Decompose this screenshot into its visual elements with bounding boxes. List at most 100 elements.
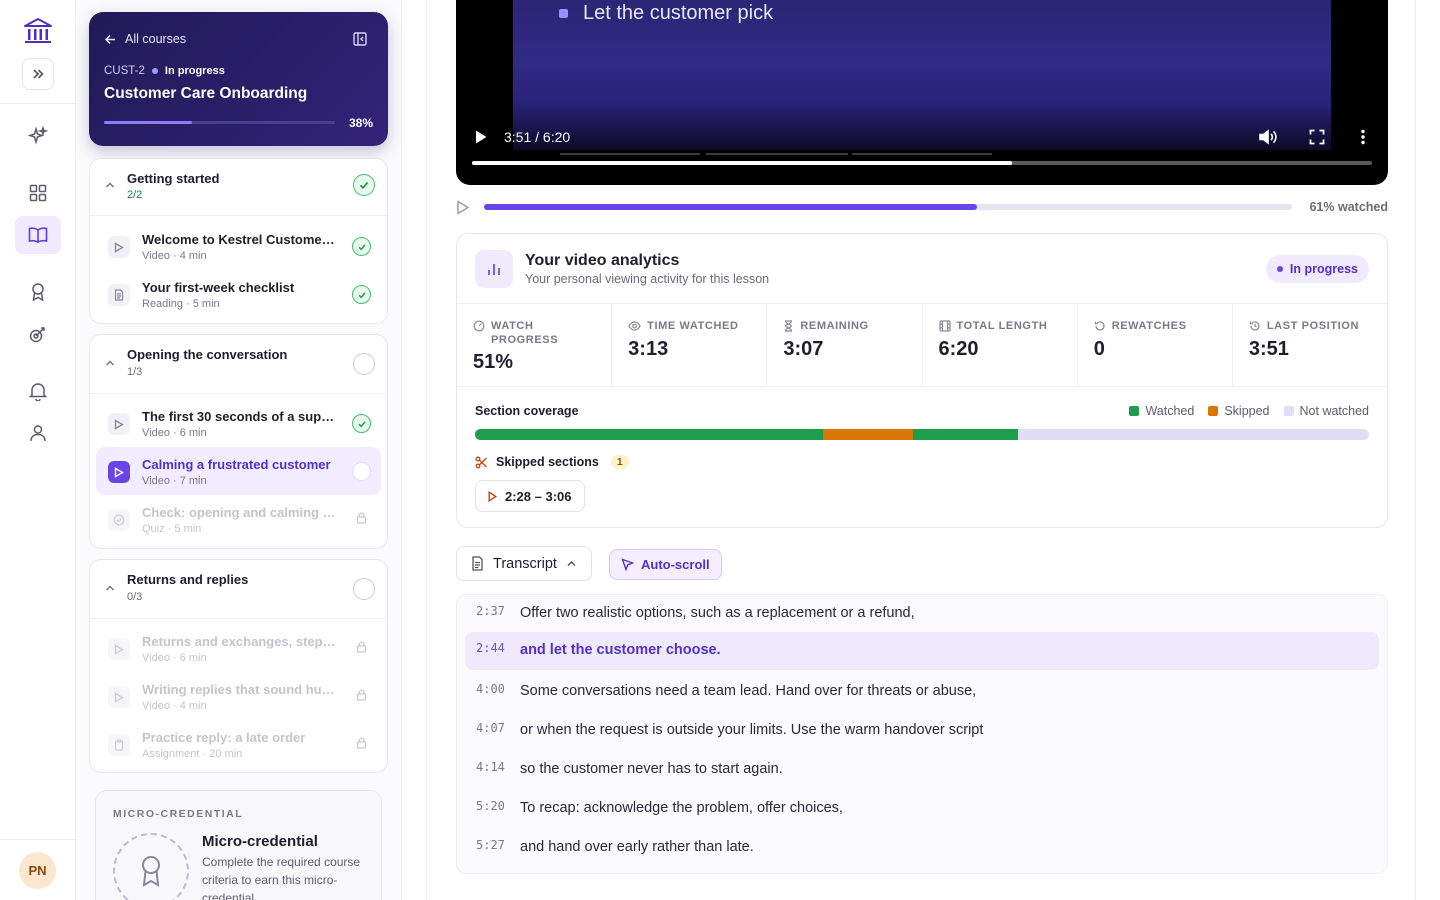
stat-remaining: REMAINING 3:07 [767, 304, 923, 386]
stat-total-length: TOTAL LENGTH 6:20 [923, 304, 1078, 386]
transcript-line[interactable]: 5:20 To recap: acknowledge the problem, o… [465, 790, 1379, 828]
profile-nav[interactable] [22, 417, 54, 449]
fullscreen-icon[interactable] [1309, 129, 1325, 145]
transcript-panel: 2:37 Offer two realistic options, such as… [456, 594, 1388, 874]
course-code-row: CUST-2 In progress [104, 65, 225, 77]
credential-badge-icon [113, 833, 189, 900]
section-header[interactable]: Returns and replies 0/3 [90, 560, 387, 618]
more-options-icon[interactable] [1360, 129, 1366, 145]
document-icon [472, 556, 483, 571]
stat-label: REWATCHES [1111, 320, 1187, 332]
lock-icon [356, 641, 367, 653]
scissors-icon [475, 456, 487, 468]
grid-icon [29, 184, 47, 202]
transcript-line[interactable]: 4:14 so the customer never has to start a… [465, 751, 1379, 789]
legend-not-watched: Not watched [1283, 404, 1369, 418]
panel-collapse-icon [353, 32, 367, 46]
video-analytics-card: Your video analytics Your personal viewi… [456, 233, 1388, 528]
slide-text: Let the customer pick [583, 2, 774, 24]
courses-nav[interactable] [15, 216, 61, 254]
play-icon [488, 490, 497, 502]
quiz-check-icon [108, 509, 130, 531]
video-seek-bar[interactable] [472, 161, 1372, 165]
notifications-nav[interactable] [22, 375, 54, 407]
transcript-line[interactable]: 4:00 Some conversations need a team lead.… [465, 673, 1379, 711]
section-name: Getting started [127, 171, 220, 186]
book-open-icon [28, 227, 48, 243]
all-courses-label: All courses [125, 32, 187, 46]
all-courses-link[interactable]: All courses [104, 32, 186, 46]
play-outline-icon [457, 200, 470, 215]
skills-nav[interactable] [22, 318, 54, 350]
stat-value: 3:13 [628, 338, 669, 360]
transcript-line[interactable]: 5:27 and hand over early rather than late… [465, 829, 1379, 867]
stat-value: 3:51 [1248, 338, 1289, 360]
lesson-item-locked: Check: opening and calming techniques Qu… [96, 495, 381, 543]
video-frame: Let the customer pick [513, 0, 1331, 150]
watch-progress-row: 61% watched [456, 198, 1388, 218]
legend-skipped: Skipped [1208, 404, 1270, 418]
section-header[interactable]: Opening the conversation 1/3 [90, 335, 387, 393]
transcript-timestamp: 5:20 [476, 799, 505, 813]
skipped-sections-title: Skipped sections [496, 455, 599, 469]
stat-label: TIME WATCHED [647, 320, 739, 332]
lesson-meta: Video · 6 min [142, 652, 207, 664]
course-title: Customer Care Onboarding [104, 85, 308, 102]
coverage-legend: Watched Skipped Not watched [1129, 404, 1369, 418]
section-returns-and-replies: Returns and replies 0/3 Returns and exch… [89, 559, 388, 773]
status-dot-icon [1276, 266, 1283, 272]
lesson-item-current[interactable]: Calming a frustrated customer Video · 7 … [96, 447, 381, 495]
avatar[interactable]: PN [19, 852, 56, 889]
credential-description: Complete the required course criteria to… [202, 855, 361, 900]
coverage-segment-watched [475, 429, 823, 440]
chevrons-right-icon [33, 69, 44, 79]
lesson-meta: Reading · 5 min [142, 298, 220, 310]
transcript-text: and hand over early rather than late. [520, 839, 754, 855]
dashboard-nav[interactable] [22, 177, 54, 209]
cursor-arrow-icon [621, 558, 634, 571]
rewind-icon [1094, 321, 1105, 331]
credentials-nav[interactable] [22, 276, 54, 308]
award-icon [32, 283, 44, 302]
section-count: 1/3 [127, 366, 143, 378]
auto-scroll-toggle[interactable]: Auto-scroll [609, 549, 722, 580]
video-icon [108, 413, 130, 435]
course-progress-percent: 38% [348, 116, 373, 130]
section-incomplete-icon [353, 578, 375, 600]
section-count: 2/2 [127, 189, 143, 201]
expand-rail-button[interactable] [22, 58, 54, 90]
lesson-title: Welcome to Kestrel Customer Care [142, 232, 338, 247]
assignment-icon [108, 734, 130, 756]
legend-watched: Watched [1129, 404, 1194, 418]
institution-logo-icon[interactable] [23, 17, 53, 45]
collapse-sidebar-button[interactable] [352, 31, 368, 47]
lesson-meta: Video · 4 min [142, 700, 207, 712]
transcript-timestamp: 2:37 [476, 604, 505, 618]
transcript-line[interactable]: 2:37 Offer two realistic options, such as… [465, 595, 1379, 633]
course-header-card: All courses CUST-2 In progress Customer … [89, 12, 388, 146]
volume-icon[interactable] [1258, 128, 1278, 146]
lesson-title: Returns and exchanges, step by step [142, 634, 338, 649]
lesson-item[interactable]: Your first-week checklist Reading · 5 mi… [96, 270, 381, 318]
play-icon[interactable] [474, 129, 488, 145]
transcript-line[interactable]: 4:07 or when the request is outside your … [465, 712, 1379, 750]
transcript-timestamp: 4:14 [476, 760, 505, 774]
arrow-left-icon [104, 34, 115, 44]
ai-sparkle-nav[interactable] [22, 120, 54, 152]
lesson-title: Calming a frustrated customer [142, 457, 331, 472]
icon-rail: PN [0, 0, 76, 900]
video-player[interactable]: Let the customer pick 3:51 / 6:20 [456, 0, 1388, 185]
skipped-range-chip[interactable]: 2:28 – 3:06 [475, 480, 585, 512]
transcript-line-current[interactable]: 2:44 and let the customer choose. [465, 632, 1379, 670]
chevron-up-icon [567, 560, 576, 567]
stat-watch-progress: WATCH PROGRESS 51% [457, 304, 613, 386]
transcript-text: To recap: acknowledge the problem, offer… [520, 800, 843, 816]
transcript-toggle-button[interactable]: Transcript [456, 546, 592, 581]
lesson-item[interactable]: The first 30 seconds of a support call V… [96, 399, 381, 447]
watch-progress-label: 61% watched [1309, 200, 1388, 214]
lock-icon [356, 512, 367, 524]
section-header[interactable]: Getting started 2/2 [90, 159, 387, 215]
auto-scroll-label: Auto-scroll [641, 557, 710, 572]
watch-progress-bar [484, 204, 1292, 210]
lesson-item[interactable]: Welcome to Kestrel Customer Care Video ·… [96, 222, 381, 270]
